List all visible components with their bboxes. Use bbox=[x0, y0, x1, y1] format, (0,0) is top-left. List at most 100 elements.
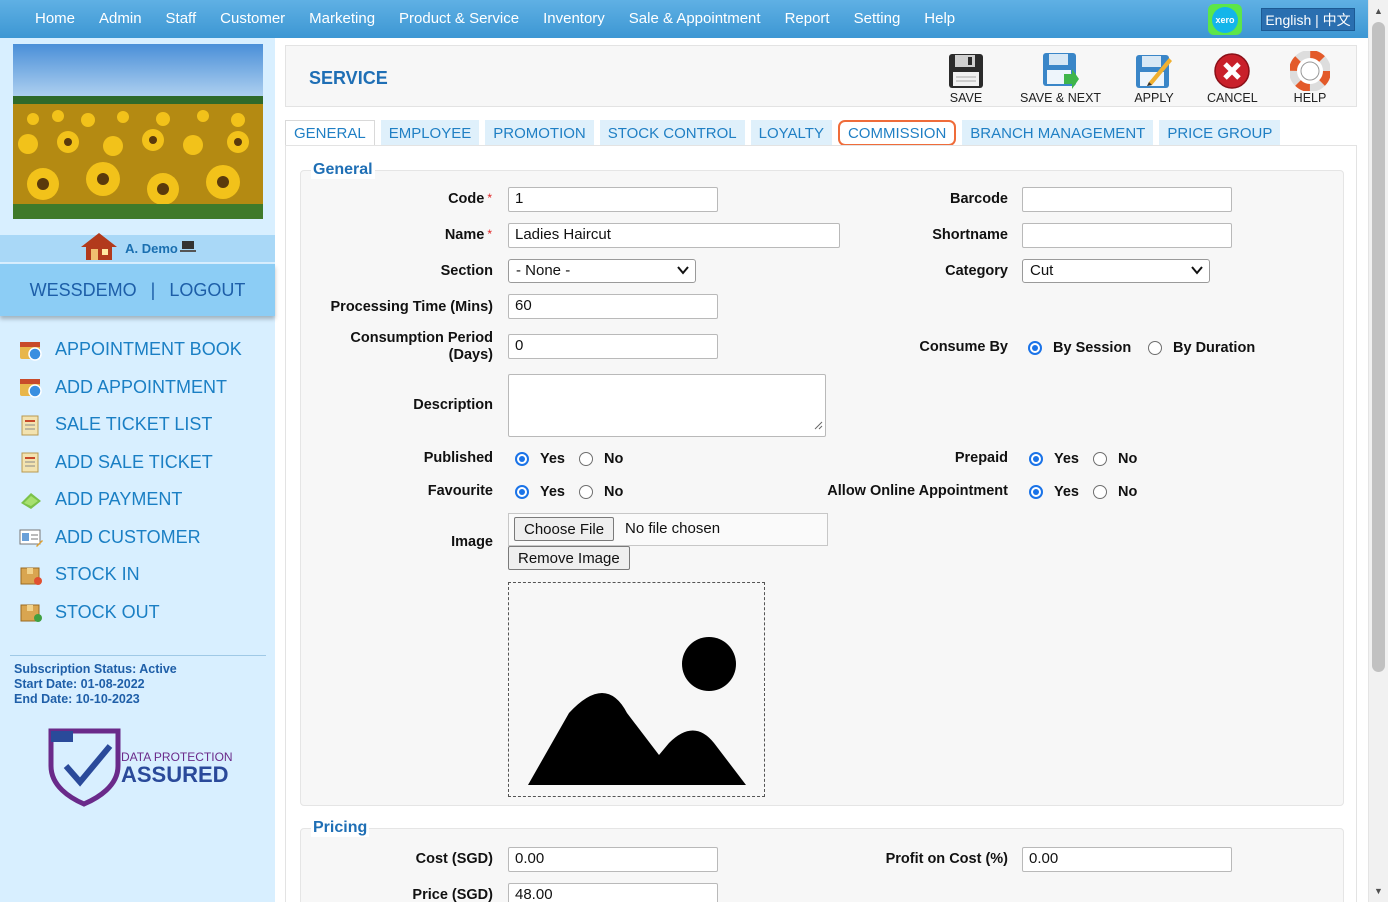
shortname-input[interactable] bbox=[1022, 223, 1232, 248]
tab-price-group[interactable]: PRICE GROUP bbox=[1159, 120, 1281, 146]
cost-input[interactable]: 0.00 bbox=[508, 847, 718, 872]
data-protection-badge: DATA PROTECTION ASSURED bbox=[48, 728, 238, 808]
account-bar: WESSDEMO | LOGOUT bbox=[0, 264, 275, 316]
nav-customer[interactable]: Customer bbox=[220, 0, 285, 38]
scroll-up-arrow-icon[interactable]: ▲ bbox=[1374, 6, 1383, 16]
top-navigation-bar: Home Admin Staff Customer Marketing Prod… bbox=[0, 0, 1368, 38]
category-label: Category bbox=[945, 263, 1008, 279]
image-preview bbox=[508, 582, 765, 797]
favourite-no-radio[interactable]: No bbox=[579, 484, 623, 500]
section-select[interactable]: - None - bbox=[508, 259, 696, 283]
help-button[interactable]: HELP bbox=[1290, 51, 1330, 105]
chevron-down-icon bbox=[1191, 263, 1203, 280]
image-placeholder-icon bbox=[509, 637, 766, 802]
cost-label: Cost (SGD) bbox=[415, 851, 493, 867]
tab-loyalty[interactable]: LOYALTY bbox=[750, 120, 832, 146]
company-link[interactable]: WESSDEMO bbox=[30, 280, 137, 301]
save-button[interactable]: SAVE bbox=[946, 51, 986, 105]
file-input[interactable]: Choose File No file chosen bbox=[508, 513, 828, 546]
section-selected-value: - None - bbox=[516, 262, 571, 279]
scrollbar-thumb[interactable] bbox=[1372, 22, 1385, 672]
sidebar-item-label: ADD CUSTOMER bbox=[55, 526, 201, 547]
nav-report[interactable]: Report bbox=[785, 0, 830, 38]
name-input[interactable]: Ladies Haircut bbox=[508, 223, 840, 248]
processing-time-input[interactable]: 60 bbox=[508, 294, 718, 319]
nav-home[interactable]: Home bbox=[35, 0, 75, 38]
prepaid-yes-radio[interactable]: Yes bbox=[1029, 451, 1079, 467]
description-textarea[interactable] bbox=[508, 374, 826, 437]
sidebar-item-add-payment[interactable]: ADD PAYMENT bbox=[18, 481, 242, 519]
code-input[interactable]: 1 bbox=[508, 187, 718, 212]
radio-selected-icon bbox=[1029, 485, 1043, 499]
radio-selected-icon bbox=[515, 452, 529, 466]
sidebar-item-label: SALE TICKET LIST bbox=[55, 414, 213, 435]
tab-promotion[interactable]: PROMOTION bbox=[485, 120, 594, 146]
tab-branch-management[interactable]: BRANCH MANAGEMENT bbox=[962, 120, 1154, 146]
published-yes-radio[interactable]: Yes bbox=[515, 451, 565, 467]
user-name: A. Demo bbox=[125, 241, 178, 256]
apply-button[interactable]: APPLY bbox=[1134, 51, 1174, 105]
published-no-radio[interactable]: No bbox=[579, 451, 623, 467]
nav-marketing[interactable]: Marketing bbox=[309, 0, 375, 38]
tab-stock-control[interactable]: STOCK CONTROL bbox=[599, 120, 745, 146]
save-next-label: SAVE & NEXT bbox=[1020, 91, 1102, 105]
radio-selected-icon bbox=[1029, 452, 1043, 466]
apply-icon bbox=[1134, 51, 1174, 91]
barcode-input[interactable] bbox=[1022, 187, 1232, 212]
nav-setting[interactable]: Setting bbox=[854, 0, 901, 38]
sidebar-item-add-sale-ticket[interactable]: ADD SALE TICKET bbox=[18, 444, 242, 482]
tab-general[interactable]: GENERAL bbox=[285, 120, 375, 146]
category-select[interactable]: Cut bbox=[1022, 259, 1210, 283]
consume-by-duration-radio[interactable]: By Duration bbox=[1148, 340, 1255, 356]
sidebar-item-stock-in[interactable]: STOCK IN bbox=[18, 556, 242, 594]
nav-staff[interactable]: Staff bbox=[166, 0, 197, 38]
sidebar-item-sale-ticket-list[interactable]: SALE TICKET LIST bbox=[18, 406, 242, 444]
price-input[interactable]: 48.00 bbox=[508, 883, 718, 902]
page-title: SERVICE bbox=[309, 68, 388, 88]
description-label: Description bbox=[413, 397, 493, 413]
online-no-radio[interactable]: No bbox=[1093, 484, 1137, 500]
separator: | bbox=[150, 279, 156, 300]
sidebar-item-add-customer[interactable]: ADD CUSTOMER bbox=[18, 519, 242, 557]
nav-product-service[interactable]: Product & Service bbox=[399, 0, 519, 38]
prepaid-no-radio[interactable]: No bbox=[1093, 451, 1137, 467]
sidebar-item-stock-out[interactable]: STOCK OUT bbox=[18, 594, 242, 632]
cancel-button[interactable]: CANCEL bbox=[1207, 51, 1258, 105]
profit-on-cost-input[interactable]: 0.00 bbox=[1022, 847, 1232, 872]
xero-button[interactable]: xero bbox=[1208, 4, 1242, 35]
save-next-button[interactable]: SAVE & NEXT bbox=[1020, 51, 1101, 105]
nav-help[interactable]: Help bbox=[924, 0, 955, 38]
consumption-period-input[interactable]: 0 bbox=[508, 334, 718, 359]
nav-admin[interactable]: Admin bbox=[99, 0, 142, 38]
page-scrollbar[interactable]: ▲ ▼ bbox=[1368, 0, 1388, 902]
tab-commission[interactable]: COMMISSION bbox=[837, 120, 957, 146]
logout-link[interactable]: LOGOUT bbox=[169, 280, 245, 301]
save-label: SAVE bbox=[949, 91, 983, 105]
language-switch[interactable]: English | 中文 bbox=[1261, 8, 1355, 31]
profile-banner-image bbox=[13, 44, 263, 219]
sidebar-item-add-appointment[interactable]: ADD APPOINTMENT bbox=[18, 369, 242, 407]
quick-menu: APPOINTMENT BOOK ADD APPOINTMENT SALE TI… bbox=[18, 331, 242, 631]
tab-content-general: General Code * 1 Barcode Name * Ladies Hai… bbox=[285, 145, 1357, 902]
nav-inventory[interactable]: Inventory bbox=[543, 0, 605, 38]
cancel-label: CANCEL bbox=[1207, 91, 1258, 105]
choose-file-button[interactable]: Choose File bbox=[514, 517, 615, 541]
resize-handle-icon[interactable] bbox=[813, 417, 823, 435]
tab-employee[interactable]: EMPLOYEE bbox=[380, 120, 480, 146]
file-status-text: No file chosen bbox=[625, 520, 721, 537]
code-label: Code * bbox=[448, 191, 492, 207]
subscription-info: Subscription Status: Active Start Date: … bbox=[14, 662, 177, 707]
online-yes-radio[interactable]: Yes bbox=[1029, 484, 1079, 500]
subscription-end-date: End Date: 10-10-2023 bbox=[14, 692, 140, 706]
page-toolbar: SERVICE SAVE SAVE & NEXT APPLY CANCEL HE… bbox=[285, 45, 1357, 107]
laptop-icon bbox=[179, 240, 196, 258]
nav-sale-appointment[interactable]: Sale & Appointment bbox=[629, 0, 761, 38]
sidebar-item-appointment-book[interactable]: APPOINTMENT BOOK bbox=[18, 331, 242, 369]
home-icon bbox=[79, 231, 119, 266]
favourite-yes-radio[interactable]: Yes bbox=[515, 484, 565, 500]
calendar-icon bbox=[18, 339, 44, 361]
scroll-down-arrow-icon[interactable]: ▼ bbox=[1374, 886, 1383, 896]
radio-unselected-icon bbox=[1093, 452, 1107, 466]
remove-image-button[interactable]: Remove Image bbox=[508, 546, 630, 570]
consume-by-session-radio[interactable]: By Session bbox=[1028, 340, 1131, 356]
